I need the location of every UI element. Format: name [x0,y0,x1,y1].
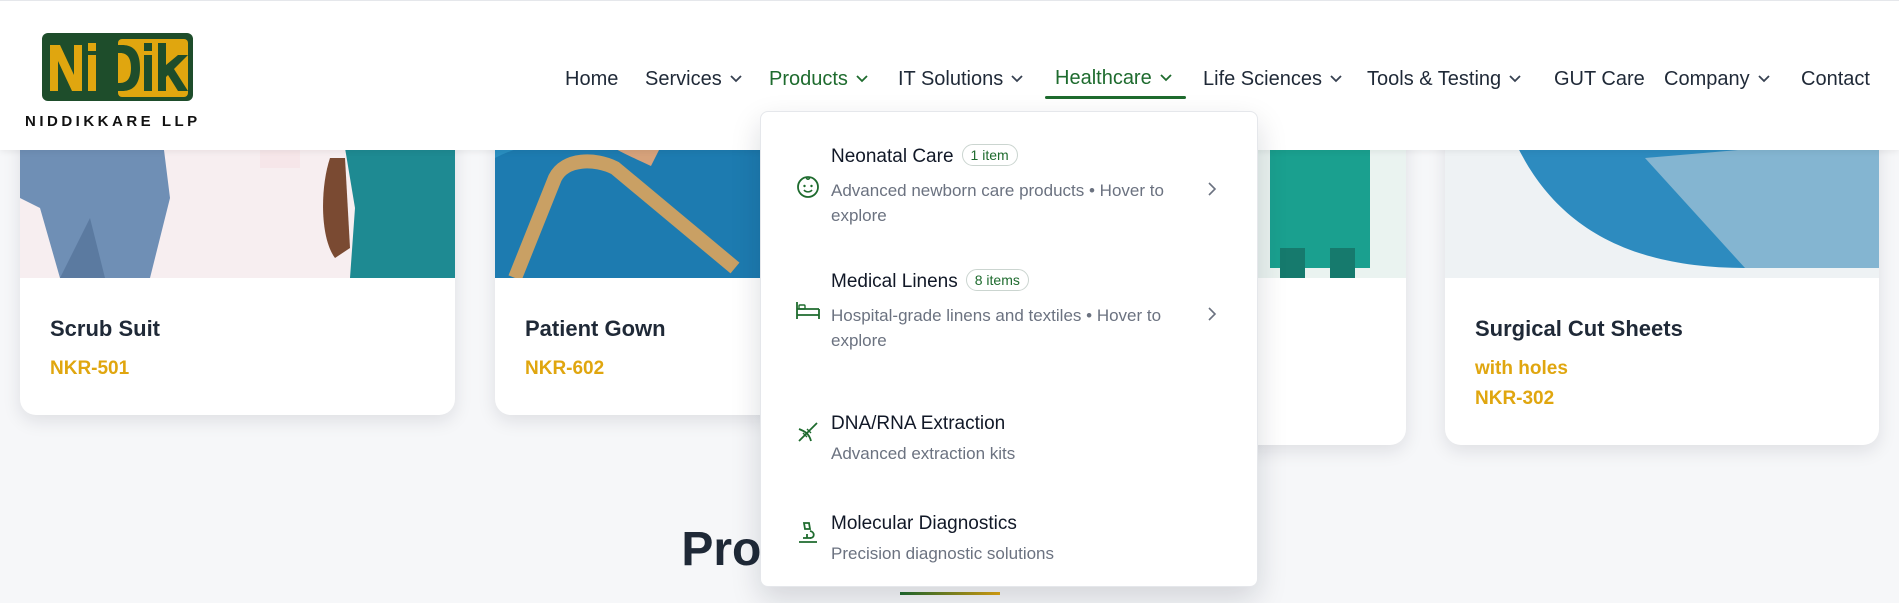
nav-contact[interactable]: Contact [1801,55,1870,103]
product-title: Surgical Cut Sheets [1475,316,1683,341]
section-underline [900,592,1000,595]
nav-life-sciences[interactable]: Life Sciences [1203,55,1342,103]
nav-label: Home [565,67,619,90]
nav-products[interactable]: Products [769,55,868,103]
nav-gut-care[interactable]: GUT Care [1554,55,1645,103]
chevron-down-icon [1509,75,1521,83]
chevron-down-icon [1330,75,1342,83]
nav-services[interactable]: Services [645,55,742,103]
dropdown-item-desc: Advanced newborn care products • Hover t… [831,181,1164,225]
dropdown-item-title-text: Neonatal Care [831,146,954,167]
product-card-scrub-suit[interactable]: Scrub Suit NKR-501 [20,118,455,415]
nav-home[interactable]: Home [565,55,618,103]
chevron-down-icon [856,75,868,83]
nav-label: Tools & Testing [1367,67,1502,90]
nav-label: IT Solutions [898,67,1004,90]
nav-label: Contact [1801,67,1870,90]
nav-label: Products [769,67,848,90]
chevron-right-icon [1208,182,1217,196]
dropdown-item-neonatal-care[interactable]: Neonatal Care 1 item Advanced newborn car… [761,138,1259,238]
product-code: NKR-501 [50,358,130,379]
nav-label: Healthcare [1055,66,1152,89]
nav-label: Company [1664,67,1750,90]
logo-mark [42,33,193,101]
product-title: Scrub Suit [50,316,161,341]
chevron-down-icon [1160,74,1172,82]
product-code: NKR-602 [525,358,605,379]
nav-label: Life Sciences [1203,67,1322,90]
logo-text: NIDDIKKARE LLP [25,113,201,130]
dropdown-item-molecular-diagnostics[interactable]: Molecular Diagnostics Precision diagnost… [761,497,1259,567]
dropdown-item-desc: Advanced extraction kits [831,444,1016,463]
chevron-down-icon [1757,75,1770,83]
bed-icon [796,302,820,319]
dropdown-item-medical-linens[interactable]: Medical Linens 8 items Hospital-grade lin… [761,263,1259,363]
dropdown-item-desc: Precision diagnostic solutions [831,544,1055,563]
product-subtitle: with holes [1475,358,1568,379]
dropdown-item-title: DNA/RNA Extraction [831,413,1006,434]
baby-face-icon [797,176,819,198]
nav-label: Services [645,67,722,90]
chevron-down-icon [1011,75,1023,83]
chevron-down-icon [730,75,742,83]
nav-label: GUT Care [1554,67,1645,90]
dropdown-item-title: Neonatal Care 1 item [831,144,1018,168]
dropdown-item-title-text: Medical Linens [831,271,958,292]
dropdown-item-dna-rna-extraction[interactable]: DNA/RNA Extraction Advanced extraction k… [761,397,1259,467]
nav-it-solutions[interactable]: IT Solutions [898,55,1023,103]
dna-icon [798,422,818,442]
nav-tools-testing[interactable]: Tools & Testing [1367,55,1521,103]
item-count-badge: 8 items [965,269,1029,291]
item-count-badge: 1 item [961,144,1018,166]
nav-healthcare[interactable]: Healthcare [1055,54,1172,102]
dropdown-item-desc: Hospital-grade linens and textiles • Hov… [831,306,1162,350]
dropdown-item-title: Medical Linens 8 items [831,269,1029,293]
nav-active-indicator [1045,96,1186,99]
product-code: NKR-302 [1475,388,1555,409]
dropdown-item-title: Molecular Diagnostics [831,513,1017,534]
microscope-icon [799,522,817,543]
product-card-surgical-cut-sheets[interactable]: Surgical Cut Sheets with holes NKR-302 [1445,118,1879,445]
nav-company[interactable]: Company [1664,55,1770,103]
healthcare-dropdown: Neonatal Care 1 item Advanced newborn car… [760,111,1258,587]
chevron-right-icon [1208,307,1217,321]
product-title: Patient Gown [525,316,666,341]
logo[interactable]: NIDDIKKARE LLP [25,29,210,133]
